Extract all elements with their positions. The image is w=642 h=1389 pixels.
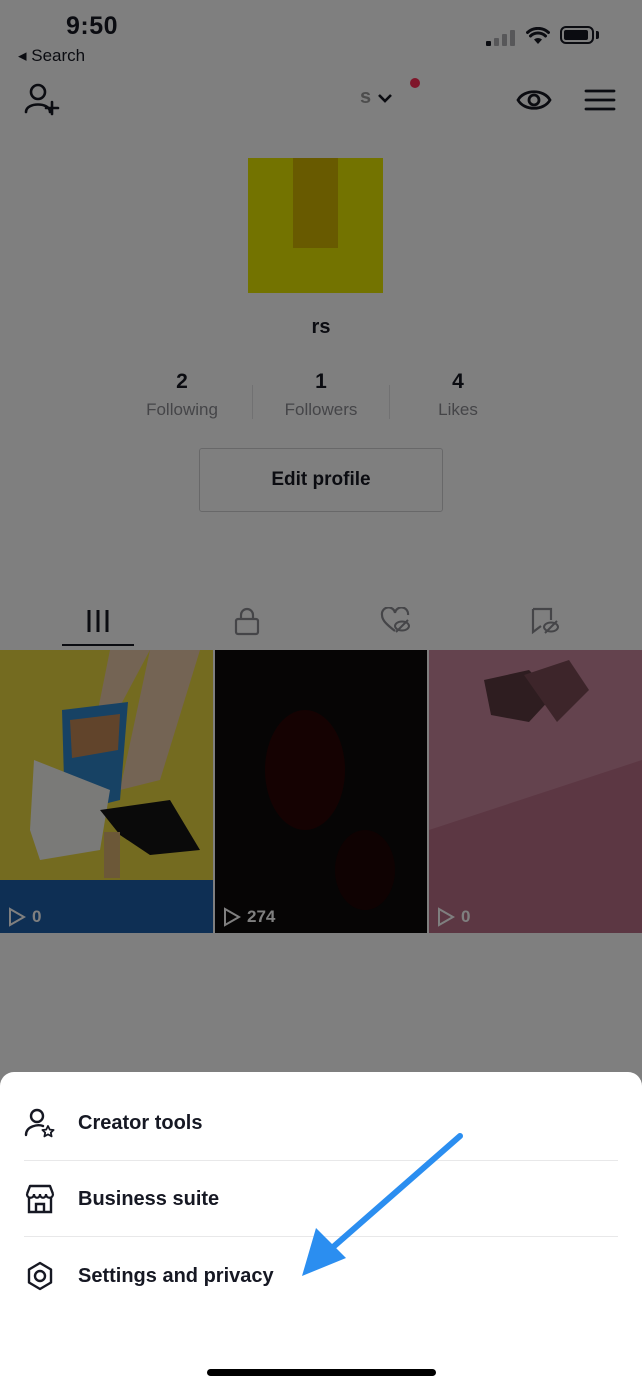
menu-item-label: Settings and privacy bbox=[78, 1264, 274, 1287]
menu-item-label: Business suite bbox=[78, 1187, 220, 1210]
creator-tools-icon bbox=[24, 1107, 56, 1139]
menu-item-label: Creator tools bbox=[78, 1111, 203, 1134]
annotation-arrow bbox=[302, 1133, 463, 1276]
home-indicator[interactable] bbox=[207, 1369, 436, 1376]
gear-icon bbox=[24, 1260, 56, 1292]
storefront-icon bbox=[24, 1183, 56, 1215]
